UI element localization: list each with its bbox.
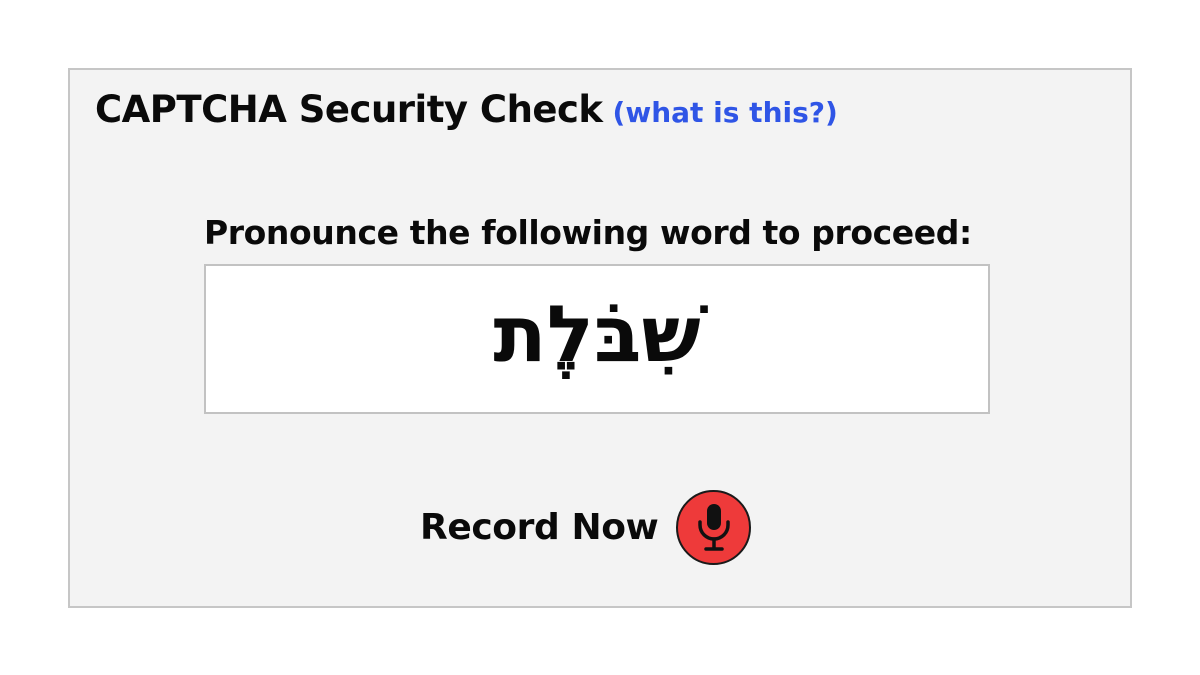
captcha-word: שִׁבֹּלֶת: [493, 290, 701, 380]
what-is-this-link[interactable]: (what is this?): [613, 96, 838, 129]
pronounce-instruction: Pronounce the following word to proceed:: [204, 213, 972, 252]
record-now-label: Record Now: [420, 507, 659, 548]
captcha-header: CAPTCHA Security Check (what is this?): [95, 88, 838, 131]
record-row: Record Now: [420, 490, 752, 565]
microphone-icon: [698, 503, 730, 551]
captcha-title: CAPTCHA Security Check: [95, 88, 603, 131]
record-button[interactable]: [676, 490, 752, 565]
captcha-panel: CAPTCHA Security Check (what is this?) P…: [68, 68, 1132, 608]
captcha-word-box: שִׁבֹּלֶת: [204, 264, 990, 414]
